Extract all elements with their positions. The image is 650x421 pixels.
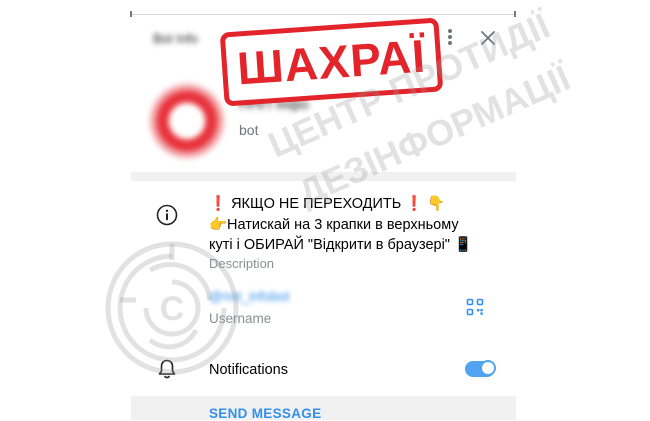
toggle-knob <box>480 360 496 376</box>
username-label: Username <box>209 311 272 326</box>
description-line-2: 👉Натискай на 3 крапки в верхньому <box>209 217 459 233</box>
panel-corner-right <box>514 11 516 17</box>
section-separator <box>131 172 516 181</box>
header-title: Bot Info <box>153 31 198 46</box>
send-message-bar <box>131 396 516 420</box>
bot-subtitle: bot <box>239 122 259 138</box>
notifications-label: Notifications <box>209 362 288 378</box>
close-icon[interactable] <box>478 28 498 48</box>
bell-icon <box>157 358 177 380</box>
description-line-1: ❗️ ЯКЩО НЕ ПЕРЕХОДИТЬ ❗️ 👇 <box>209 196 446 212</box>
info-icon <box>156 204 178 226</box>
panel-corner-left <box>130 11 132 17</box>
more-vertical-icon[interactable] <box>443 28 457 48</box>
description-label: Description <box>209 256 275 271</box>
panel-top-border <box>131 14 516 15</box>
bot-avatar <box>150 84 224 158</box>
send-message-button[interactable]: SEND MESSAGE <box>209 406 321 421</box>
qr-code-icon[interactable] <box>466 298 484 316</box>
notifications-toggle[interactable] <box>465 360 496 377</box>
username-value[interactable]: @nnt_infobot <box>209 289 290 304</box>
description-line-3: куті і ОБИРАЙ "Відкрити в браузері" 📱 <box>209 237 473 253</box>
scam-stamp: ШАХРАЇ <box>219 17 444 107</box>
